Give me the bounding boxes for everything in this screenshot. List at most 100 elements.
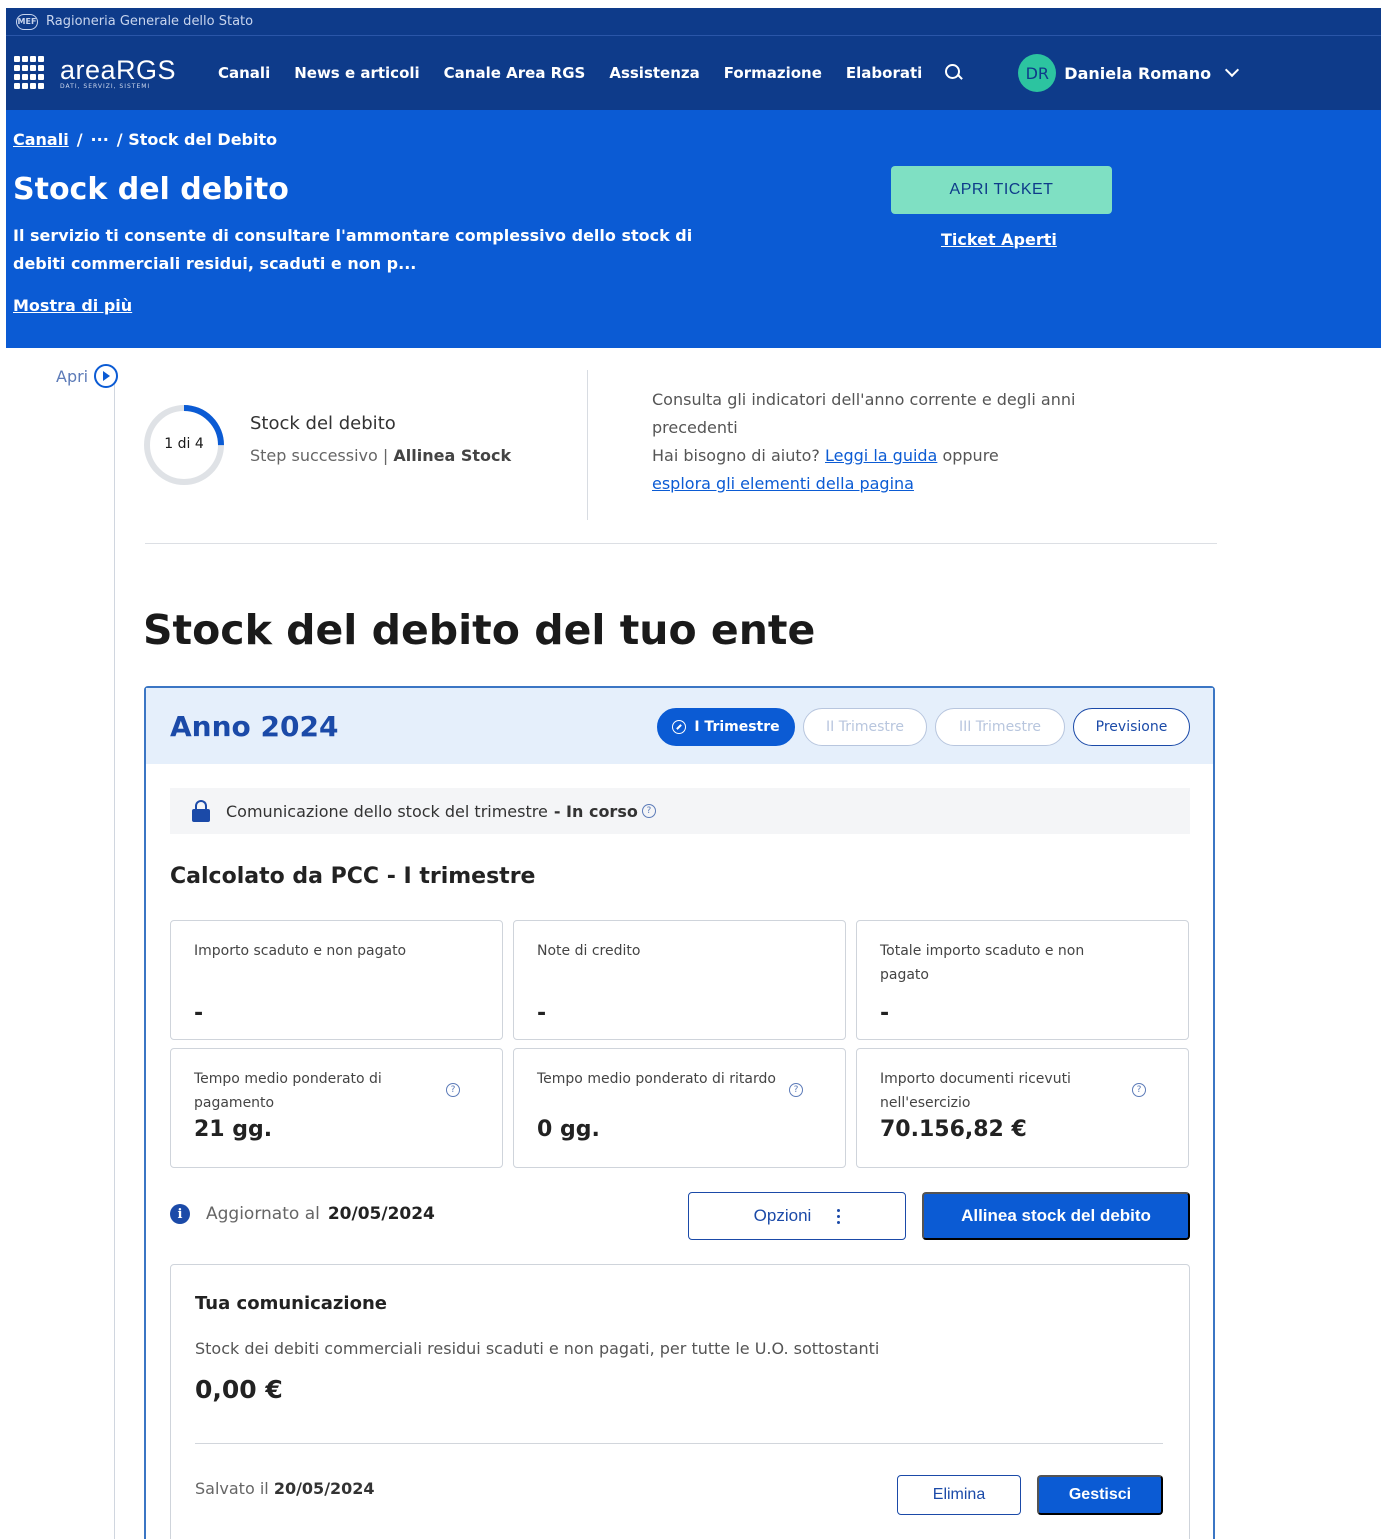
user-menu[interactable]: DR Daniela Romano [1018,54,1240,92]
nav-link-elaborati[interactable]: Elaborati [846,64,922,82]
help-intro: Consulta gli indicatori dell'anno corren… [652,390,1076,437]
status-text: Comunicazione dello stock del trimestre [226,801,548,821]
metric-value: - [880,1001,890,1026]
metric-label: Importo scaduto e non pagato [194,943,407,959]
open-tickets-link[interactable]: Ticket Aperti [941,230,1057,249]
tab-label: I Trimestre [694,719,780,735]
metric-value: 21 gg. [194,1117,273,1142]
saved-date: 20/05/2024 [273,1479,375,1498]
calc-title: Calcolato da PCC - I trimestre [170,864,536,889]
help-circle-icon[interactable]: ? [789,1083,803,1097]
open-rail-toggle[interactable]: Apri [56,364,119,388]
vertical-divider [587,370,588,520]
brand-name: areaRGS [60,54,177,85]
metric-value: - [194,1001,204,1026]
breadcrumb-ellipsis[interactable]: ··· [91,130,109,149]
metric-tempo-pagamento: Tempo medio ponderato di pagamento ? 21 … [170,1048,503,1168]
page-title: Stock del debito [13,172,289,207]
breadcrumb-separator: / [76,130,83,149]
metric-label: Importo documenti ricevuti nell'esercizi… [880,1071,1071,1111]
check-circle-icon [672,720,687,734]
help-circle-icon[interactable]: ? [1132,1083,1146,1097]
mef-topbar: MEF Ragioneria Generale dello Stato [6,8,1381,36]
step-counter: 1 di 4 [164,436,204,452]
tab-label: Previsione [1095,719,1168,735]
explore-page-link[interactable]: esplora gli elementi della pagina [652,474,914,493]
tab-label: II Trimestre [826,719,904,735]
open-ticket-button[interactable]: APRI TICKET [891,166,1112,214]
card-header: Anno 2024 I Trimestre II Trimestre III T… [146,688,1213,764]
tab-trimestre-3: III Trimestre [935,708,1065,746]
communication-description: Stock dei debiti commerciali residui sca… [195,1339,880,1358]
brand-tagline: DATI, SERVIZI, SISTEMI [60,82,151,90]
breadcrumb-canali[interactable]: Canali [13,130,69,149]
search-icon[interactable] [944,63,964,83]
status-value: - In corso [553,801,638,821]
apps-grid-icon[interactable] [14,56,48,90]
metric-label: Note di credito [537,943,641,959]
step-next-label: Step successivo | [250,446,389,465]
breadcrumb-current: / Stock del Debito [116,130,278,149]
metric-label: Totale importo scaduto e non pagato [880,943,1085,983]
nav-link-canali[interactable]: Canali [218,64,270,82]
tab-previsione[interactable]: Previsione [1073,708,1190,746]
show-more-link[interactable]: Mostra di più [13,296,132,315]
year-card: Anno 2024 I Trimestre II Trimestre III T… [144,686,1215,1539]
status-bar: Comunicazione dello stock del trimestre … [170,788,1190,834]
user-name: Daniela Romano [1064,63,1212,83]
step-title: Stock del debito [250,413,396,434]
updated-info: i Aggiornato al 20/05/2024 [170,1204,435,1224]
communication-amount: 0,00 € [195,1375,283,1404]
options-label: Opzioni [753,1206,812,1225]
metric-importo-documenti: Importo documenti ricevuti nell'esercizi… [856,1048,1189,1168]
help-circle-icon[interactable]: ? [446,1083,460,1097]
year-title: Anno 2024 [170,710,339,743]
nav-links: Canali News e articoli Canale Area RGS A… [218,64,922,82]
tab-trimestre-1[interactable]: I Trimestre [657,708,795,746]
help-question: Hai bisogno di aiuto? [652,446,820,465]
metric-value: 0 gg. [537,1117,600,1142]
metric-importo-scaduto: Importo scaduto e non pagato - [170,920,503,1040]
hero-description: Il servizio ti consente di consultare l'… [13,226,693,273]
guide-link[interactable]: Leggi la guida [825,446,937,465]
communication-panel: Tua comunicazione Stock dei debiti comme… [170,1264,1190,1539]
open-rail-label: Apri [56,366,89,386]
updated-label: Aggiornato al [206,1204,320,1224]
metric-totale-importo: Totale importo scaduto e non pagato - [856,920,1189,1040]
metric-tempo-ritardo: Tempo medio ponderato di ritardo ? 0 gg. [513,1048,846,1168]
chevron-down-icon [1225,62,1240,78]
section-title: Stock del debito del tuo ente [143,606,816,654]
divider [195,1443,1163,1444]
hero-banner: Canali / ··· / Stock del Debito Stock de… [6,110,1381,348]
help-or: oppure [942,446,999,465]
updated-date: 20/05/2024 [327,1204,435,1224]
tab-label: III Trimestre [958,719,1042,735]
help-text: Consulta gli indicatori dell'anno corren… [652,386,1152,498]
options-button[interactable]: Opzioni [688,1192,906,1240]
horizontal-divider [145,543,1217,544]
kebab-menu-icon [837,1208,841,1224]
metric-note-credito: Note di credito - [513,920,846,1040]
step-next-value: Allinea Stock [393,446,512,465]
org-name[interactable]: Ragioneria Generale dello Stato [46,14,253,29]
step-next: Step successivo | Allinea Stock [250,446,511,465]
nav-link-news[interactable]: News e articoli [294,64,419,82]
nav-link-canale-area-rgs[interactable]: Canale Area RGS [444,64,586,82]
nav-link-formazione[interactable]: Formazione [724,64,822,82]
brand-logo[interactable]: areaRGS DATI, SERVIZI, SISTEMI [14,56,204,90]
mef-logo-icon: MEF [16,13,38,30]
help-circle-icon[interactable]: ? [641,804,656,818]
metric-value: 70.156,82 € [880,1117,1027,1142]
side-rail [114,380,115,1539]
metric-label: Tempo medio ponderato di pagamento [194,1071,382,1111]
breadcrumb: Canali / ··· / Stock del Debito [13,130,277,149]
saved-label: Salvato il [195,1479,269,1498]
nav-link-assistenza[interactable]: Assistenza [609,64,699,82]
delete-button[interactable]: Elimina [897,1475,1021,1515]
lock-icon [192,800,210,822]
tab-trimestre-2: II Trimestre [803,708,927,746]
align-stock-button[interactable]: Allinea stock del debito [922,1192,1190,1240]
main-nav: areaRGS DATI, SERVIZI, SISTEMI Canali Ne… [6,36,1381,110]
play-circle-icon [94,364,119,388]
manage-button[interactable]: Gestisci [1037,1475,1163,1515]
